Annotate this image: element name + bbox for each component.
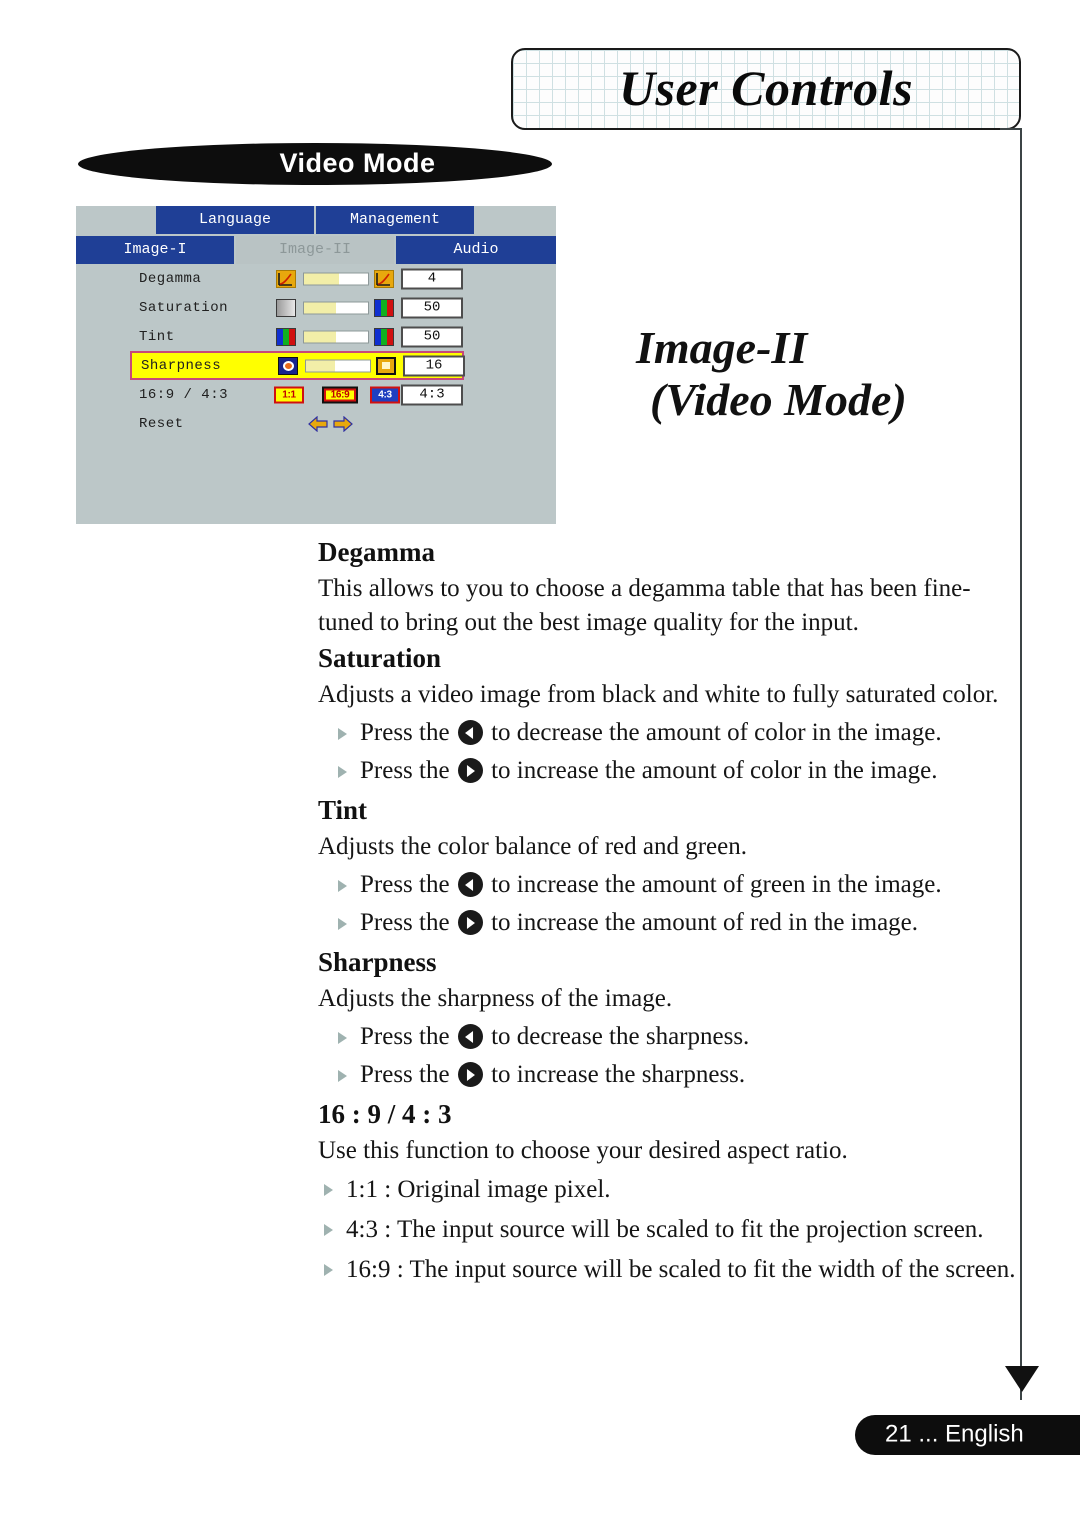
arrow-left-button-icon[interactable]: [457, 872, 483, 897]
gamma-curve-high-icon: [374, 269, 394, 288]
aspect-option-1-1[interactable]: 1:1: [274, 386, 304, 403]
osd-tab-row-bottom: Image-I Image-II Audio: [76, 236, 556, 264]
bullet-list-tint: Press the to increase the amount of gree…: [318, 866, 1018, 942]
list-item: Press the to increase the amount of gree…: [338, 866, 1018, 904]
osd-row-label: Tint: [139, 328, 175, 345]
footer-pill: 21 ... English: [855, 1415, 1080, 1455]
osd-value-saturation: 50: [401, 297, 463, 318]
heading-aspect-ratio: 16 : 9 / 4 : 3: [318, 1099, 452, 1129]
bullet-list-saturation: Press the to decrease the amount of colo…: [318, 714, 1018, 790]
arrow-left-icon[interactable]: [308, 415, 328, 432]
arrow-right-button-icon[interactable]: [457, 758, 483, 783]
heading-saturation: Saturation: [318, 643, 442, 673]
osd-row-degamma[interactable]: Degamma 4: [76, 264, 556, 293]
osd-row-label: Reset: [139, 415, 184, 432]
arrow-right-icon[interactable]: [333, 415, 353, 432]
arrow-right-button-icon[interactable]: [457, 910, 483, 935]
press-the-label: Press the: [360, 909, 450, 936]
monitor-tint-red-icon: [374, 327, 394, 346]
osd-row-sharpness[interactable]: Sharpness 16: [130, 351, 465, 380]
paragraph-sharpness: Adjusts the sharpness of the image.: [318, 985, 673, 1012]
press-the-label: Press the: [360, 871, 450, 898]
down-arrow-icon: [1005, 1366, 1039, 1392]
list-item-text: to increase the amount of color in the i…: [491, 757, 938, 784]
osd-tab-image-i[interactable]: Image-I: [76, 236, 234, 264]
osd-value-sharpness: 16: [403, 355, 465, 376]
list-item: Press the to increase the amount of red …: [338, 904, 1018, 942]
monitor-tint-green-icon: [276, 327, 296, 346]
list-item: Press the to decrease the sharpness.: [338, 1018, 1018, 1056]
body-copy: Degamma This allows to you to choose a d…: [318, 536, 1018, 1294]
paragraph-aspect-ratio: Use this function to choose your desired…: [318, 1137, 848, 1164]
heading-tint: Tint: [318, 795, 368, 825]
osd-tab-management[interactable]: Management: [316, 206, 474, 234]
osd-value-tint: 50: [401, 326, 463, 347]
osd-row-label: Saturation: [139, 299, 229, 316]
footer-page-label: 21 ... English: [885, 1420, 1024, 1448]
osd-slider-degamma[interactable]: [303, 272, 369, 285]
list-item-text: to increase the amount of red in the ima…: [491, 909, 919, 936]
header-rule-cap: [1000, 128, 1022, 130]
osd-value-aspect-ratio: 4:3: [401, 384, 463, 405]
osd-tab-audio[interactable]: Audio: [396, 236, 556, 264]
list-item-text: to decrease the sharpness.: [491, 1023, 750, 1050]
arrow-left-button-icon[interactable]: [457, 1024, 483, 1049]
bullet-list-sharpness: Press the to decrease the sharpness. Pre…: [318, 1018, 1018, 1094]
list-item: Press the to increase the amount of colo…: [338, 752, 1018, 790]
osd-row-label: 16:9 / 4:3: [139, 386, 229, 403]
paragraph-saturation: Adjusts a video image from black and whi…: [318, 681, 999, 708]
osd-slider-tint[interactable]: [303, 330, 369, 343]
heading-sharpness: Sharpness: [318, 947, 437, 977]
list-item: 1:1 : Original image pixel.: [324, 1170, 1018, 1210]
osd-slider-sharpness[interactable]: [305, 359, 371, 372]
press-the-label: Press the: [360, 1023, 450, 1050]
list-item: 4:3 : The input source will be scaled to…: [324, 1210, 1018, 1250]
list-item: Press the to increase the sharpness.: [338, 1056, 1018, 1094]
paragraph-tint: Adjusts the color balance of red and gre…: [318, 833, 748, 860]
section-title-line1: Image-II: [636, 322, 808, 373]
osd-slider-saturation[interactable]: [303, 301, 369, 314]
osd-row-saturation[interactable]: Saturation 50: [76, 293, 556, 322]
aspect-option-16-9[interactable]: 16:9: [322, 386, 358, 403]
osd-row-label: Sharpness: [141, 357, 222, 374]
monitor-color-icon: [374, 298, 394, 317]
osd-tab-row-top: Language Management: [76, 206, 556, 234]
press-the-label: Press the: [360, 719, 450, 746]
section-title: Image-II (Video Mode): [636, 322, 1036, 426]
list-item-text: to increase the sharpness.: [491, 1061, 746, 1088]
osd-row-aspect-ratio[interactable]: 16:9 / 4:3 1:1 16:9 4:3 4:3: [76, 380, 556, 409]
page-title: User Controls: [618, 59, 914, 116]
list-item: Press the to decrease the amount of colo…: [338, 714, 1018, 752]
list-item-text: to decrease the amount of color in the i…: [491, 719, 942, 746]
press-the-label: Press the: [360, 1061, 450, 1088]
osd-menu-panel: Language Management Image-I Image-II Aud…: [76, 206, 556, 524]
osd-tab-image-ii[interactable]: Image-II: [236, 236, 394, 264]
osd-row-label: Degamma: [139, 270, 202, 287]
section-title-line2: (Video Mode): [650, 374, 907, 425]
osd-setting-rows: Degamma 4 Saturation 50 Tint 50 Sharpnes…: [76, 264, 556, 438]
arrow-left-button-icon[interactable]: [457, 720, 483, 745]
video-mode-banner: Video Mode: [78, 143, 552, 185]
sharpness-hard-icon: [376, 356, 396, 375]
arrow-right-button-icon[interactable]: [457, 1062, 483, 1087]
page-header-box: User Controls: [511, 48, 1021, 130]
gamma-curve-low-icon: [276, 269, 296, 288]
sharpness-soft-icon: [278, 356, 298, 375]
list-item: 16:9 : The input source will be scaled t…: [324, 1250, 1018, 1290]
osd-row-tint[interactable]: Tint 50: [76, 322, 556, 351]
heading-degamma: Degamma: [318, 537, 435, 567]
video-mode-banner-label: Video Mode: [279, 147, 436, 178]
bullet-list-aspect-ratio: 1:1 : Original image pixel. 4:3 : The in…: [318, 1170, 1018, 1290]
monitor-grayscale-icon: [276, 298, 296, 317]
osd-tab-language[interactable]: Language: [156, 206, 314, 234]
press-the-label: Press the: [360, 757, 450, 784]
reset-arrow-group: [308, 415, 353, 432]
osd-value-degamma: 4: [401, 268, 463, 289]
paragraph-degamma: This allows to you to choose a degamma t…: [318, 575, 971, 636]
header-vertical-rule: [1020, 128, 1022, 1400]
osd-row-reset[interactable]: Reset: [76, 409, 556, 438]
aspect-option-4-3[interactable]: 4:3: [370, 386, 400, 403]
list-item-text: to increase the amount of green in the i…: [491, 871, 942, 898]
